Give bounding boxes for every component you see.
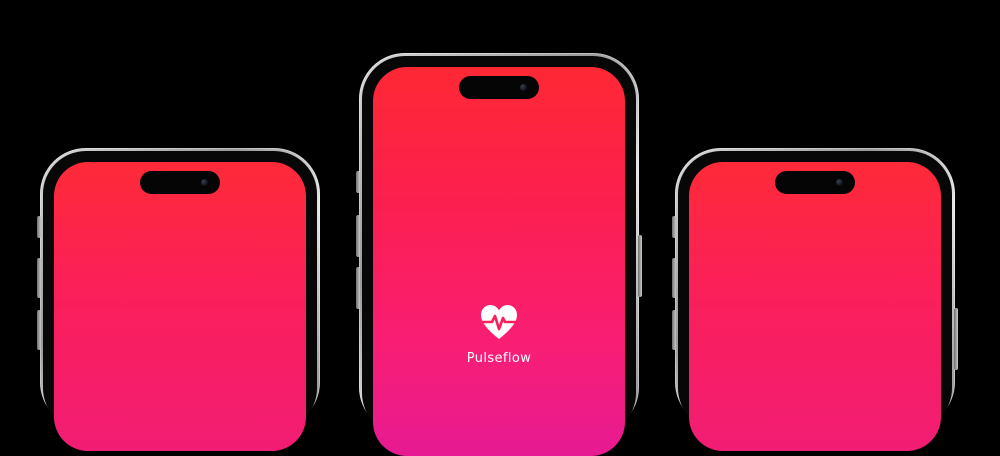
- phone-center: Pulseflow: [356, 53, 642, 456]
- splash-content: Pulseflow: [373, 303, 625, 366]
- splash-screen: Pulseflow: [373, 67, 625, 456]
- phone-left: [37, 148, 320, 451]
- volume-down-button: [672, 310, 676, 350]
- app-name: Pulseflow: [466, 351, 532, 366]
- camera-lens-icon: [836, 179, 843, 186]
- phone-bezel: [43, 151, 317, 451]
- power-button: [638, 235, 642, 297]
- volume-up-button: [356, 215, 360, 257]
- heart-pulse-icon: [481, 305, 517, 339]
- dynamic-island: [140, 171, 220, 194]
- dynamic-island: [459, 76, 539, 99]
- volume-up-button: [37, 258, 41, 298]
- power-button: [954, 308, 958, 370]
- mockup-stage: Pulseflow: [0, 0, 1000, 456]
- volume-up-button: [672, 258, 676, 298]
- volume-down-button: [356, 267, 360, 309]
- volume-down-button: [37, 310, 41, 350]
- action-button: [356, 171, 360, 193]
- phone-bezel: Pulseflow: [362, 56, 636, 456]
- phone-right: [672, 148, 958, 451]
- action-button: [672, 216, 676, 238]
- camera-lens-icon: [520, 84, 527, 91]
- phone-screen-blank: [54, 162, 306, 451]
- action-button: [37, 216, 41, 238]
- dynamic-island: [775, 171, 855, 194]
- phone-bezel: [678, 151, 952, 451]
- camera-lens-icon: [201, 179, 208, 186]
- phone-screen-blank: [689, 162, 941, 451]
